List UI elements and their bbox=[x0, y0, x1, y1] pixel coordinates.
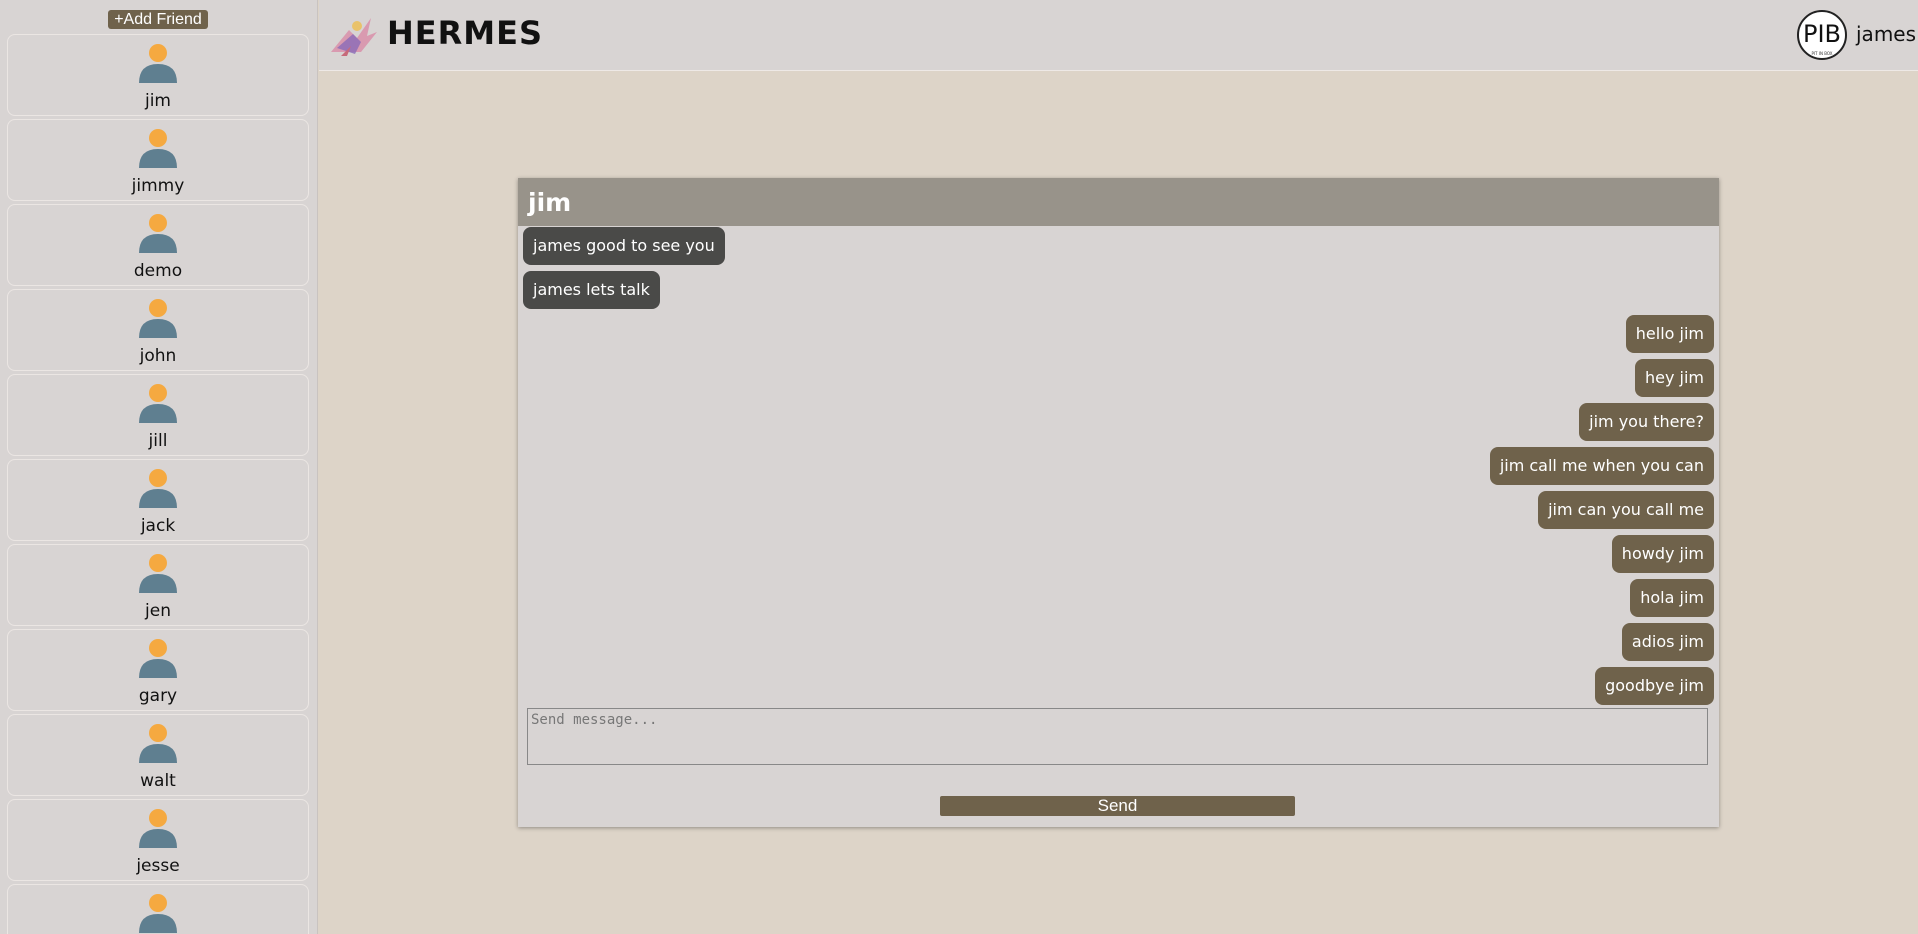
profile-username[interactable]: james bbox=[1856, 22, 1916, 46]
friend-name: gary bbox=[138, 686, 178, 706]
friend-card[interactable]: gary bbox=[7, 629, 309, 711]
top-header: HERMES PIB PIT IN BOX james bbox=[319, 0, 1918, 71]
outgoing-message: goodbye jim bbox=[1595, 667, 1714, 705]
user-avatar-icon bbox=[138, 553, 178, 593]
friend-card[interactable]: jack bbox=[7, 459, 309, 541]
friend-name: jen bbox=[145, 601, 171, 621]
friend-name: john bbox=[139, 346, 177, 366]
friend-card[interactable]: john bbox=[7, 289, 309, 371]
outgoing-message: jim you there? bbox=[1579, 403, 1714, 441]
friend-card[interactable]: walt bbox=[7, 714, 309, 796]
friends-sidebar: +Add Friend jim jimmy demo john jill jack jen g… bbox=[0, 0, 318, 934]
hermes-logo-icon[interactable] bbox=[327, 12, 379, 58]
outgoing-message: jim call me when you can bbox=[1489, 447, 1714, 485]
user-avatar-icon bbox=[138, 468, 178, 508]
friend-card[interactable]: jesse bbox=[7, 799, 309, 881]
profile-avatar[interactable]: PIB PIT IN BOX bbox=[1797, 10, 1847, 60]
friend-list: jim jimmy demo john jill jack jen gary walt jesse bbox=[7, 34, 309, 934]
user-avatar-icon bbox=[138, 298, 178, 338]
chat-window: jim james good to see you james lets talk… bbox=[518, 178, 1719, 827]
outgoing-message: hey jim bbox=[1634, 359, 1714, 397]
chat-title: jim bbox=[518, 178, 1719, 226]
incoming-message: james lets talk bbox=[523, 271, 660, 309]
friend-card[interactable]: jen bbox=[7, 544, 309, 626]
friend-card[interactable]: jimmy bbox=[7, 119, 309, 201]
friend-card[interactable] bbox=[7, 884, 309, 934]
app-title[interactable]: HERMES bbox=[387, 14, 543, 52]
friend-name: jesse bbox=[136, 856, 180, 876]
user-avatar-icon bbox=[138, 43, 178, 83]
friend-card[interactable]: jim bbox=[7, 34, 309, 116]
outgoing-message: jim can you call me bbox=[1538, 491, 1714, 529]
user-avatar-icon bbox=[138, 808, 178, 848]
outgoing-message: adios jim bbox=[1621, 623, 1714, 661]
profile-initials: PIB bbox=[1802, 20, 1841, 48]
user-avatar-icon bbox=[138, 213, 178, 253]
friend-name: jimmy bbox=[131, 176, 185, 196]
user-avatar-icon bbox=[138, 638, 178, 678]
friend-card[interactable]: jill bbox=[7, 374, 309, 456]
incoming-message: james good to see you bbox=[523, 227, 725, 265]
add-friend-button[interactable]: +Add Friend bbox=[108, 10, 208, 29]
user-avatar-icon bbox=[138, 128, 178, 168]
profile-subtext: PIT IN BOX bbox=[1811, 51, 1833, 56]
outgoing-message: hello jim bbox=[1625, 315, 1714, 353]
friend-name: jill bbox=[148, 431, 168, 451]
friend-name: demo bbox=[133, 261, 183, 281]
message-input[interactable] bbox=[527, 708, 1708, 765]
friend-name: walt bbox=[140, 771, 176, 791]
friend-card[interactable]: demo bbox=[7, 204, 309, 286]
friend-name: jim bbox=[144, 91, 171, 111]
user-avatar-icon bbox=[138, 383, 178, 423]
outgoing-message: hola jim bbox=[1630, 579, 1714, 617]
friend-name: jack bbox=[140, 516, 176, 536]
send-button[interactable]: Send bbox=[940, 796, 1295, 816]
user-avatar-icon bbox=[138, 723, 178, 763]
outgoing-message: howdy jim bbox=[1611, 535, 1714, 573]
user-avatar-icon bbox=[138, 893, 178, 933]
